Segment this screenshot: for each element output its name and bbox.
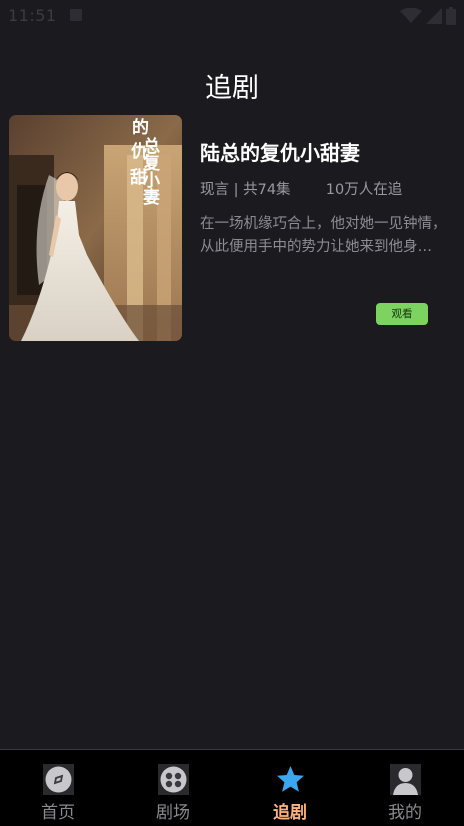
drama-episodes: 共74集 [243,182,291,198]
meta-separator: | [233,182,244,198]
film-reel-icon [157,764,189,795]
nav-label-theater: 剧场 [156,803,190,823]
page-title: 追剧 [205,73,259,104]
poster-image: 总复小妻 的 仇 甜 [9,115,182,341]
nav-label-following: 追剧 [273,803,307,823]
watch-button[interactable]: 观看 [376,303,428,325]
drama-poster[interactable]: 总复小妻 的 仇 甜 [9,115,182,341]
notification-a-icon [70,9,82,21]
drama-genre: 现言 [200,182,229,198]
nav-item-theater[interactable]: 剧场 [133,764,213,823]
star-icon [276,766,304,792]
drama-followers: 10万人在追 [325,182,403,198]
nav-label-mine: 我的 [388,803,422,823]
battery-icon [446,7,456,25]
drama-title[interactable]: 陆总的复仇小甜妻 [200,137,360,166]
drama-description: 在一场机缘巧合上，他对她一见钟情，从此便用手中的势力让她来到他身边…… [200,216,447,255]
nav-item-home[interactable]: 首页 [18,764,98,823]
status-icons [400,7,456,25]
nav-item-mine[interactable]: 我的 [365,764,445,823]
status-bar: 11:51 [0,0,464,32]
compass-icon [42,764,74,795]
svg-text:甜: 甜 [130,167,147,188]
drama-meta: 现言 | 共74集 10万人在追 [200,178,402,199]
user-icon [389,764,421,795]
bottom-nav: 首页 剧场 追剧 我的 [0,749,464,826]
status-time: 11:51 [8,6,57,25]
drama-card[interactable]: 总复小妻 的 仇 甜 陆总的复仇小甜妻 现言 | 共74集 10万人在追 在一场… [9,115,455,342]
svg-text:仇: 仇 [131,141,148,162]
wifi-icon [400,8,422,23]
nav-item-following[interactable]: 追剧 [250,764,330,823]
svg-text:的: 的 [132,117,149,138]
signal-icon [426,8,442,24]
nav-label-home: 首页 [41,803,75,823]
